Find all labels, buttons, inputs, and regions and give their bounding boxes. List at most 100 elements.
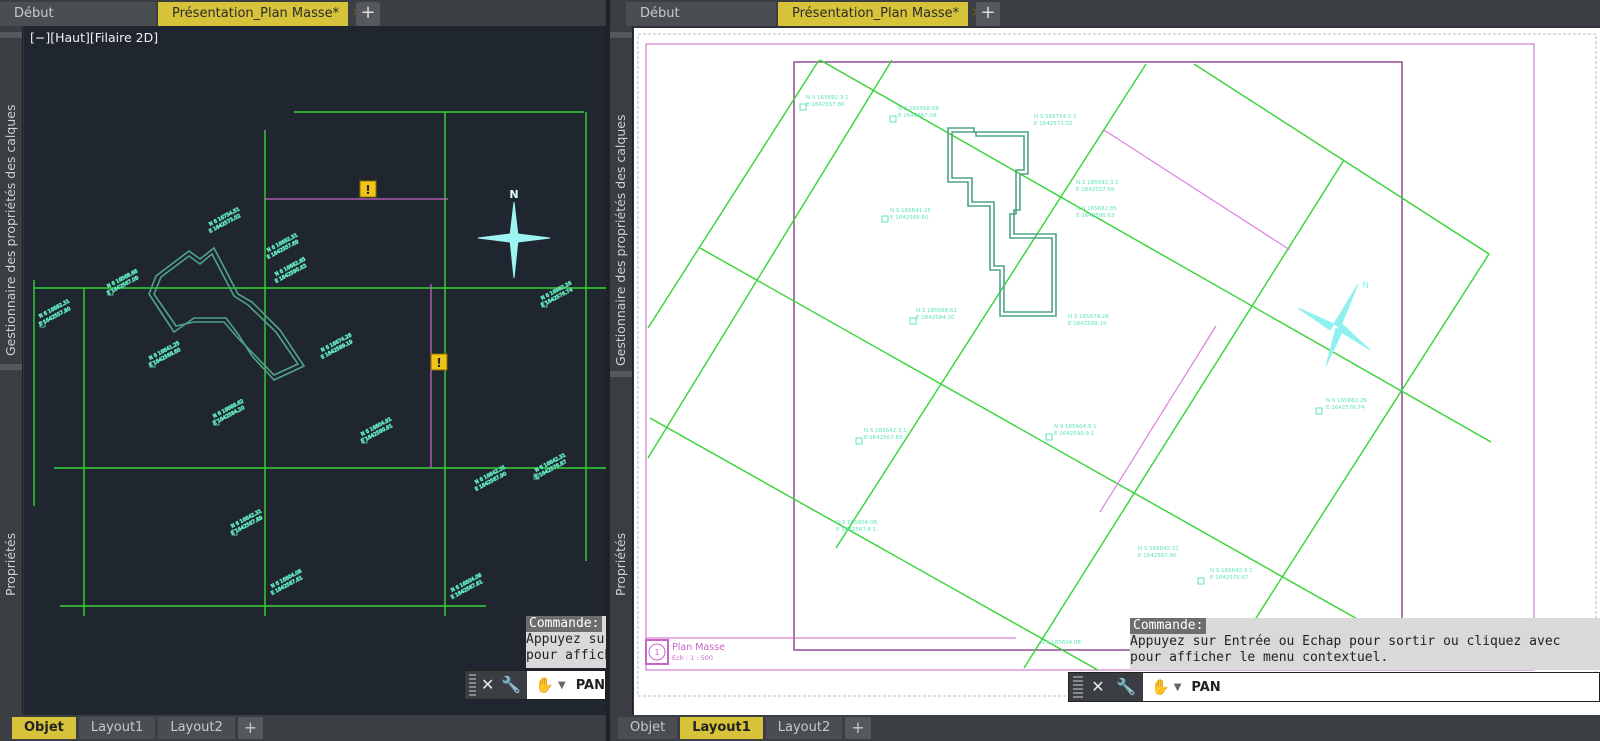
- survey-points: N 6 16692.31 E 1642557.80 N 6 16568.68 E…: [38, 206, 574, 601]
- north-arrow-icon: N: [477, 188, 551, 279]
- svg-text:N S 165642.31: N S 165642.31: [1138, 546, 1179, 552]
- properties-label[interactable]: Propriétés: [613, 496, 628, 596]
- tab-objet[interactable]: Objet: [618, 717, 678, 739]
- command-history: Commande: Appuyez sur Entrée ou Echap po…: [1130, 618, 1600, 670]
- dimension-lines: [1099, 129, 1291, 513]
- svg-text:N S 165641.25: N S 165641.25: [890, 208, 931, 214]
- model-viewport[interactable]: [−][Haut][Filaire 2D] ! ! N N 6 16692.31…: [24, 26, 606, 716]
- svg-text:E 1642557.69: E 1642557.69: [1076, 187, 1115, 193]
- svg-text:N S 165682.26: N S 165682.26: [1326, 398, 1367, 404]
- chevron-down-icon[interactable]: ▼: [1174, 682, 1182, 693]
- command-history-line: Appuyez sur Entrée ou Echap pour sortir …: [1130, 634, 1561, 649]
- left-document-tabs: Début Présentation_Plan Masse*✕ +: [0, 0, 606, 26]
- tab-label: Présentation_Plan Masse*: [792, 6, 960, 21]
- title-block: 1 Plan Masse Ech : 1 : 500: [645, 637, 1016, 665]
- drawing-canvas[interactable]: ! ! N N 6 16692.31 E 1642557.80 N 6 1656…: [24, 26, 606, 716]
- svg-text:N S 165754.5 1: N S 165754.5 1: [1034, 114, 1077, 120]
- command-input[interactable]: ✋ ▼ PAN: [1143, 673, 1599, 701]
- svg-text:E 1642599.19: E 1642599.19: [1068, 321, 1107, 327]
- command-history: Commande: Appuyez sur pour affich: [526, 616, 606, 668]
- svg-text:N S 165692.3 1: N S 165692.3 1: [1076, 180, 1119, 186]
- layer-properties-manager-label[interactable]: Gestionnaire des propriétés des calques: [613, 76, 628, 366]
- svg-text:1: 1: [654, 648, 659, 657]
- svg-text:E 1642567.89: E 1642567.89: [864, 435, 903, 441]
- command-line: ✕ 🔧 ✋ ▼ PAN: [464, 670, 606, 700]
- wrench-icon[interactable]: 🔧: [1115, 676, 1137, 698]
- svg-text:N S 165568.68: N S 165568.68: [898, 106, 939, 112]
- tab-layout2[interactable]: Layout2: [158, 717, 235, 739]
- properties-label[interactable]: Propriétés: [3, 496, 18, 596]
- layout-paper[interactable]: N N S 165692.3 1E 1642557.80 N S 165568.…: [634, 28, 1600, 716]
- tab-objet[interactable]: Objet: [12, 717, 76, 739]
- svg-text:N S 165604.08: N S 165604.08: [836, 520, 877, 526]
- pan-hand-icon: ✋: [535, 676, 555, 694]
- svg-text:N S 165642.3 1: N S 165642.3 1: [1210, 568, 1253, 574]
- tab-presentation-plan-masse[interactable]: Présentation_Plan Masse*✕: [778, 2, 982, 26]
- svg-text:E 1642584.20: E 1642584.20: [916, 315, 955, 321]
- warning-icon: !: [359, 180, 377, 198]
- svg-text:E 1642573.02: E 1642573.02: [1034, 121, 1072, 127]
- svg-text:!: !: [365, 183, 370, 197]
- svg-text:N S 165604.9 1: N S 165604.9 1: [1054, 424, 1097, 430]
- right-palette-bar: Gestionnaire des propriétés des calques …: [610, 26, 633, 716]
- layout-canvas[interactable]: N N S 165692.3 1E 1642557.80 N S 165568.…: [634, 28, 1600, 716]
- tab-layout2[interactable]: Layout2: [765, 717, 843, 739]
- command-history-line: pour afficher le menu contextuel.: [1130, 650, 1389, 665]
- svg-text:N: N: [509, 188, 518, 201]
- svg-text:E 1642590.9 1: E 1642590.9 1: [1054, 431, 1094, 437]
- svg-text:N S 165682.85: N S 165682.85: [1076, 206, 1117, 212]
- pan-hand-icon: ✋: [1151, 678, 1170, 696]
- svg-text:N S 165642.3 1: N S 165642.3 1: [864, 428, 907, 434]
- right-layout-tabs: Objet Layout1 Layout2 +: [610, 715, 1600, 741]
- command-line: ✕ 🔧 ✋ ▼ PAN: [1068, 672, 1600, 702]
- command-label: Commande:: [526, 616, 603, 632]
- svg-text:E 1642566.60: E 1642566.60: [890, 215, 929, 221]
- tab-layout1[interactable]: Layout1: [78, 717, 156, 739]
- drag-handle[interactable]: [1073, 676, 1083, 698]
- chevron-down-icon[interactable]: ▼: [558, 680, 566, 691]
- left-layout-tabs: Objet Layout1 Layout2 +: [0, 715, 606, 741]
- svg-text:N S 165674.26: N S 165674.26: [1068, 314, 1109, 320]
- tab-presentation-plan-masse[interactable]: Présentation_Plan Masse*✕: [158, 2, 362, 26]
- title-block-title: Plan Masse: [672, 642, 725, 653]
- tab-label: Présentation_Plan Masse*: [172, 6, 340, 21]
- tab-debut[interactable]: Début: [0, 2, 156, 26]
- svg-text:E 1642567.09: E 1642567.09: [898, 113, 937, 119]
- warning-icon: !: [430, 353, 448, 371]
- tab-debut[interactable]: Début: [626, 2, 776, 26]
- left-palette-bar: Gestionnaire des propriétés des calques …: [0, 26, 23, 716]
- new-layout-button[interactable]: +: [237, 717, 264, 739]
- svg-text:E 1642576.74: E 1642576.74: [1326, 405, 1365, 411]
- new-layout-button[interactable]: +: [845, 717, 871, 739]
- drag-handle[interactable]: [469, 674, 476, 696]
- svg-text:E 1642576.87: E 1642576.87: [1210, 575, 1249, 581]
- survey-points: N S 165692.3 1E 1642557.80 N S 165568.68…: [806, 95, 1367, 646]
- svg-text:!: !: [436, 356, 441, 370]
- command-input[interactable]: ✋ ▼ PAN: [527, 671, 605, 699]
- tab-layout1[interactable]: Layout1: [680, 717, 763, 739]
- svg-text:N S 165604.08: N S 165604.08: [1040, 640, 1081, 646]
- layer-properties-manager-label[interactable]: Gestionnaire des propriétés des calques: [3, 66, 18, 356]
- command-history-line: pour affich: [526, 648, 606, 663]
- svg-text:E 1642567.6 1: E 1642567.6 1: [836, 527, 876, 533]
- close-icon[interactable]: ✕: [480, 674, 495, 696]
- palette-grip[interactable]: [610, 371, 632, 377]
- close-icon[interactable]: ✕: [1087, 676, 1109, 698]
- viewport-frame: [793, 61, 1403, 651]
- svg-text:E 1642590.63: E 1642590.63: [1076, 213, 1115, 219]
- building-outline: [148, 246, 306, 381]
- svg-text:N: N: [1362, 281, 1369, 291]
- svg-text:E 1642557.80: E 1642557.80: [806, 102, 845, 108]
- command-history-line: Appuyez sur: [526, 632, 606, 647]
- new-tab-button[interactable]: +: [976, 2, 1000, 26]
- palette-grip[interactable]: [610, 32, 632, 38]
- palette-grip[interactable]: [0, 32, 22, 38]
- palette-grip[interactable]: [0, 364, 22, 370]
- right-document-tabs: Début Présentation_Plan Masse*✕ +: [610, 0, 1600, 26]
- title-block-scale: Ech : 1 : 500: [672, 654, 713, 662]
- new-tab-button[interactable]: +: [356, 2, 380, 26]
- svg-text:E 1642567.90: E 1642567.90: [1138, 553, 1177, 559]
- command-label: Commande:: [1130, 618, 1207, 634]
- wrench-icon[interactable]: 🔧: [501, 674, 521, 696]
- svg-text:N S 165692.3 1: N S 165692.3 1: [806, 95, 849, 101]
